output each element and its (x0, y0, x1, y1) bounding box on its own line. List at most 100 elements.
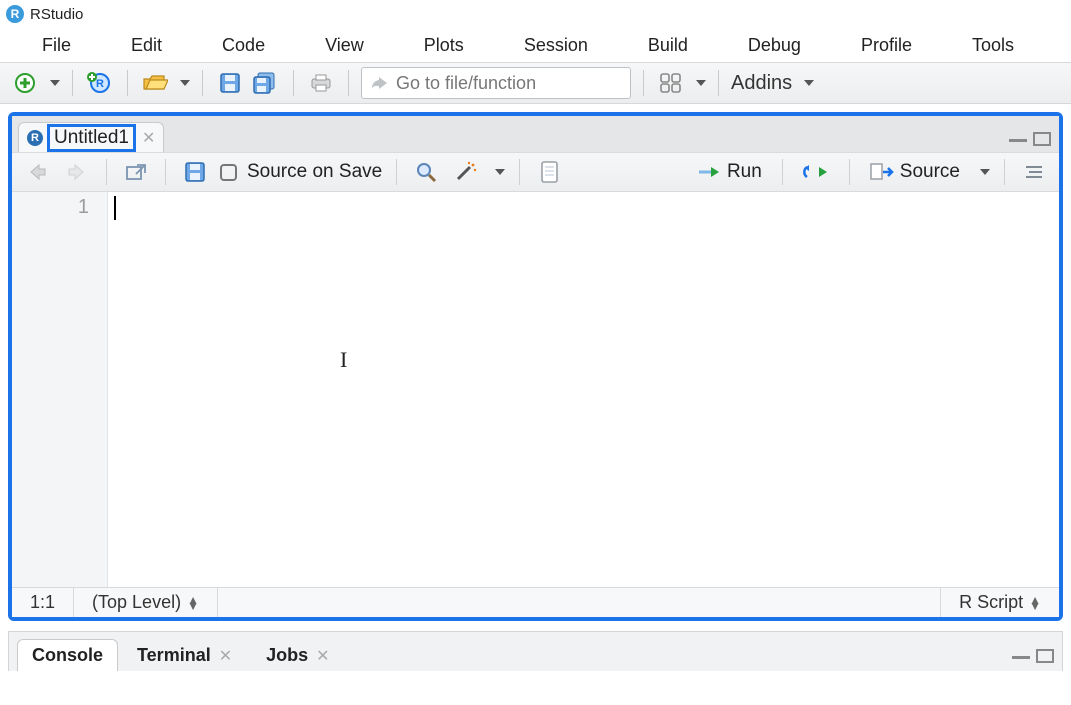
minimize-pane-icon[interactable] (1009, 132, 1027, 142)
language-selector[interactable]: R Script ▲▼ (940, 588, 1059, 617)
new-file-button[interactable] (10, 68, 40, 98)
separator (127, 70, 128, 96)
scope-selector[interactable]: (Top Level) ▲▼ (74, 588, 218, 617)
line-number-gutter: 1 (12, 192, 108, 587)
separator (165, 159, 166, 185)
nav-forward-button[interactable] (62, 157, 92, 187)
open-recent-dropdown-icon[interactable] (180, 80, 190, 86)
code-editor[interactable]: 1 I (12, 192, 1059, 587)
app-title: RStudio (30, 6, 83, 23)
folder-open-icon (142, 73, 168, 93)
source-on-save-checkbox[interactable] (220, 164, 237, 181)
cursor-position[interactable]: 1:1 (12, 588, 74, 617)
menu-profile[interactable]: Profile (831, 29, 942, 62)
compile-report-button[interactable] (534, 157, 564, 187)
separator (643, 70, 644, 96)
popout-window-icon (125, 163, 147, 181)
separator (782, 159, 783, 185)
source-pane: R Untitled1 ✕ S (8, 112, 1063, 621)
text-cursor (114, 196, 116, 220)
floppy-disk-icon (184, 161, 206, 183)
new-project-icon: R (87, 72, 113, 94)
printer-icon (309, 73, 333, 93)
separator (106, 159, 107, 185)
source-doc-arrow-icon (870, 163, 894, 181)
code-tools-dropdown-icon[interactable] (495, 169, 505, 175)
menu-debug[interactable]: Debug (718, 29, 831, 62)
find-replace-button[interactable] (411, 157, 441, 187)
language-text: R Script (959, 592, 1023, 613)
code-area[interactable]: I (108, 192, 1059, 587)
open-file-button[interactable] (140, 68, 170, 98)
addins-menu[interactable]: Addins (731, 72, 814, 95)
r-file-icon: R (27, 130, 43, 146)
addins-dropdown-icon (804, 80, 814, 86)
print-button[interactable] (306, 68, 336, 98)
tab-jobs[interactable]: Jobs ✕ (251, 639, 344, 671)
rerun-button[interactable] (797, 162, 835, 182)
separator (348, 70, 349, 96)
editor-status-bar: 1:1 (Top Level) ▲▼ R Script ▲▼ (12, 587, 1059, 617)
share-arrow-icon (370, 76, 388, 90)
pane-window-controls (1012, 649, 1054, 663)
menu-tools[interactable]: Tools (942, 29, 1044, 62)
tab-terminal[interactable]: Terminal ✕ (122, 639, 247, 671)
code-tools-button[interactable] (451, 157, 481, 187)
source-tab-row: R Untitled1 ✕ (12, 116, 1059, 152)
nav-back-button[interactable] (22, 157, 52, 187)
source-dropdown-icon[interactable] (980, 169, 990, 175)
magnifier-icon (415, 161, 437, 183)
ibeam-cursor-icon: I (340, 347, 347, 373)
close-tab-icon[interactable]: ✕ (316, 646, 329, 666)
close-tab-icon[interactable]: ✕ (142, 128, 155, 148)
source-button[interactable]: Source (864, 159, 966, 185)
new-file-dropdown-icon[interactable] (50, 80, 60, 86)
updown-icon: ▲▼ (187, 597, 199, 609)
show-in-new-window-button[interactable] (121, 157, 151, 187)
source-tab-untitled1[interactable]: R Untitled1 ✕ (18, 122, 164, 152)
notebook-icon (539, 161, 559, 183)
maximize-pane-icon[interactable] (1036, 649, 1054, 663)
goto-file-function-input[interactable]: Go to file/function (361, 67, 631, 99)
document-outline-button[interactable] (1019, 157, 1049, 187)
menu-help[interactable]: Help (1044, 29, 1071, 62)
rstudio-app-icon: R (6, 5, 24, 23)
save-button[interactable] (215, 68, 245, 98)
separator (519, 159, 520, 185)
run-label: Run (727, 161, 762, 183)
maximize-pane-icon[interactable] (1033, 132, 1051, 146)
tab-console[interactable]: Console (17, 639, 118, 671)
menu-file[interactable]: File (12, 29, 101, 62)
menu-edit[interactable]: Edit (101, 29, 192, 62)
save-all-button[interactable] (251, 68, 281, 98)
scope-text: (Top Level) (92, 592, 181, 613)
minimize-pane-icon[interactable] (1012, 649, 1030, 659)
arrow-right-icon (67, 163, 87, 181)
floppy-disk-icon (219, 72, 241, 94)
svg-text:R: R (96, 78, 104, 90)
tab-terminal-label: Terminal (137, 645, 211, 666)
menu-code[interactable]: Code (192, 29, 295, 62)
menu-plots[interactable]: Plots (394, 29, 494, 62)
run-button[interactable]: Run (691, 159, 768, 185)
panes-dropdown-icon[interactable] (696, 80, 706, 86)
separator (202, 70, 203, 96)
source-label: Source (900, 161, 960, 183)
updown-icon: ▲▼ (1029, 597, 1041, 609)
menu-build[interactable]: Build (618, 29, 718, 62)
line-number: 1 (12, 196, 89, 219)
rerun-arrows-icon (803, 164, 829, 180)
source-tab-label: Untitled1 (47, 124, 136, 152)
save-doc-button[interactable] (180, 157, 210, 187)
workspace-panes-button[interactable] (656, 68, 686, 98)
close-tab-icon[interactable]: ✕ (219, 646, 232, 666)
separator (396, 159, 397, 185)
floppy-disks-icon (253, 72, 279, 94)
new-project-button[interactable]: R (85, 68, 115, 98)
addins-label: Addins (731, 72, 792, 95)
source-on-save-label: Source on Save (247, 161, 382, 183)
menu-session[interactable]: Session (494, 29, 618, 62)
outline-list-icon (1024, 164, 1044, 180)
grid-panes-icon (660, 73, 682, 93)
menu-view[interactable]: View (295, 29, 394, 62)
